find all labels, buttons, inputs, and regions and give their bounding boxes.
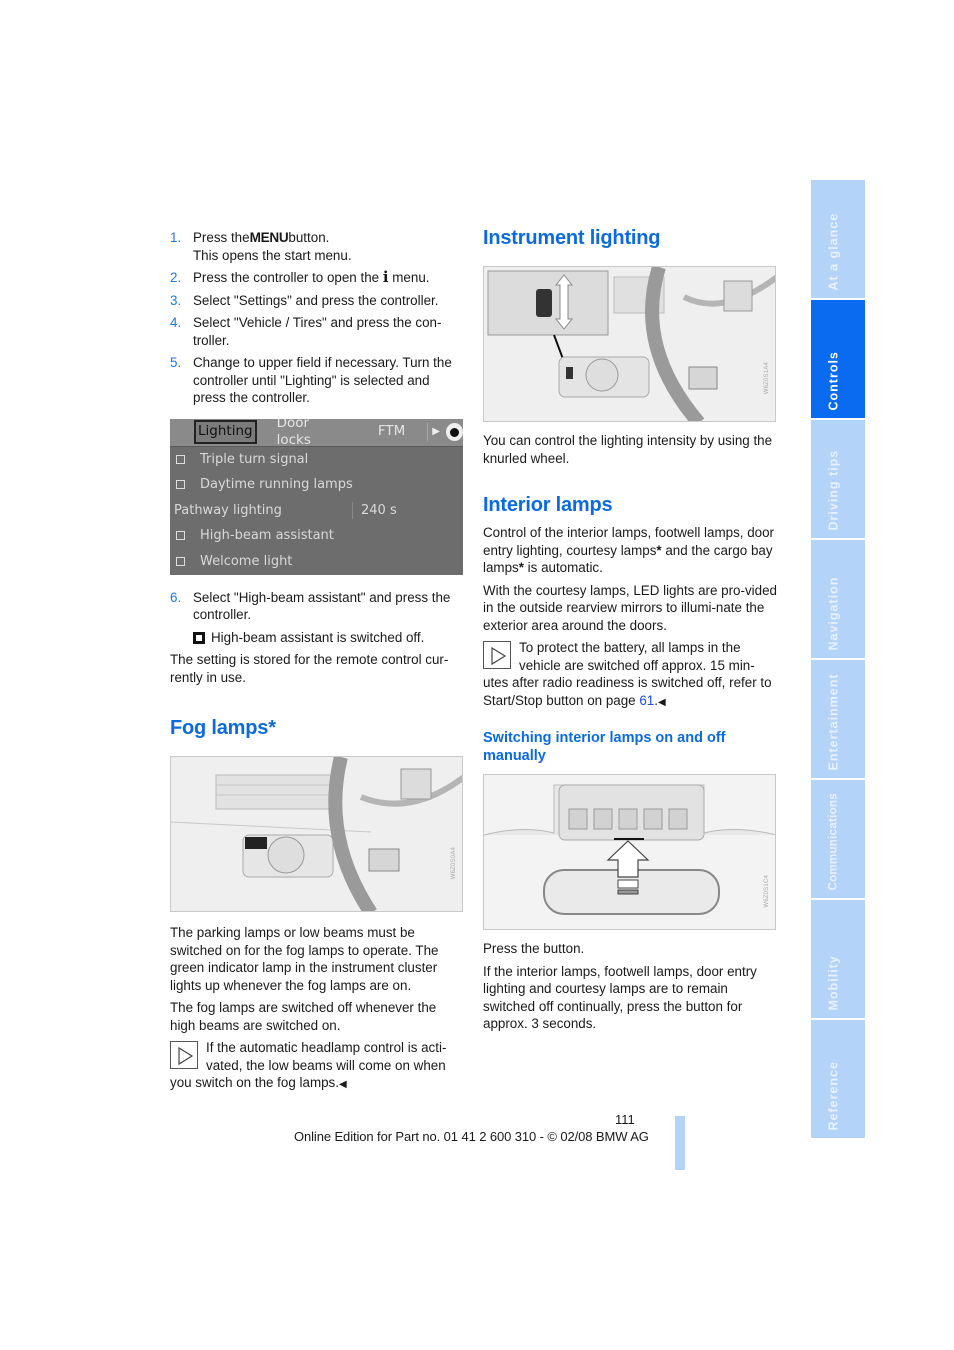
figure-code: W6Z0S0A4 <box>450 847 457 880</box>
fog-para-2: The fog lamps are switched off whenever … <box>170 1000 437 1033</box>
step-number: 1. <box>170 230 182 245</box>
screen-row: Welcome light <box>170 549 463 575</box>
step-number: 5. <box>170 355 182 370</box>
screen-tab-ftm: FTM <box>377 423 406 440</box>
screen-tab-door-locks: Door locks <box>276 418 311 449</box>
step-5: 5. Change to upper field if necessary. T… <box>170 355 452 405</box>
fog-lamps-figure: W6Z0S0A4 <box>170 756 463 912</box>
interior-para-3: If the interior lamps, footwell lamps, d… <box>483 963 757 1032</box>
screen-row: High-beam assistant <box>170 523 463 549</box>
fog-lamps-heading: Fog lamps* <box>170 717 276 739</box>
page-link-61[interactable]: 61 <box>639 693 654 708</box>
checkbox-icon <box>176 480 185 490</box>
sidebar-tab-entertainment[interactable]: Entertainment <box>811 660 865 778</box>
interior-lamps-heading: Interior lamps <box>483 494 613 516</box>
note-triangle-icon <box>483 641 511 669</box>
instrument-lighting-heading: Instrument lighting <box>483 227 661 249</box>
step-number: 6. <box>170 589 182 605</box>
figure-code: W6Z0S1A4 <box>763 362 770 395</box>
fog-para-1: The parking lamps or low beams must be s… <box>170 925 439 993</box>
page-number: 111 <box>615 1112 635 1127</box>
step-6-status: High-beam assistant is switched off. <box>170 629 465 647</box>
info-icon: i <box>382 268 389 286</box>
stored-note: The setting is stored for the remote con… <box>170 652 449 685</box>
step-number: 4. <box>170 315 182 330</box>
interior-para-1: Control of the interior lamps, footwell … <box>483 525 775 575</box>
knurled-wheel-illustration <box>484 267 775 421</box>
sidebar-tab-reference[interactable]: Reference <box>811 1020 865 1138</box>
unchecked-square-icon <box>193 631 205 644</box>
chapter-sidebar: At a glance Controls Driving tips Naviga… <box>811 180 865 1140</box>
edition-line: Online Edition for Part no. 01 41 2 600 … <box>294 1129 649 1144</box>
switching-subheading: Switching interior lamps on and off manu… <box>483 730 726 764</box>
screen-row: Pathway lighting 240 s <box>174 501 397 519</box>
step-1: 1. Press theMENUbutton. This opens the s… <box>170 230 352 263</box>
step-number: 3. <box>170 292 182 308</box>
sidebar-tab-driving-tips[interactable]: Driving tips <box>811 420 865 538</box>
checkbox-icon <box>176 454 185 464</box>
screen-arrow-right-icon: ▶ <box>427 423 440 441</box>
right-column: Instrument lighting W6Z0S1A4 You can con… <box>483 226 778 1038</box>
left-column: 1. Press theMENUbutton. This opens the s… <box>170 229 465 1094</box>
note-triangle-icon <box>170 1041 198 1069</box>
pathway-value: 240 s <box>352 501 397 519</box>
step-2: 2. Press the controller to open the i me… <box>170 268 430 286</box>
step-4: 4. Select "Vehicle / Tires" and press th… <box>170 315 442 348</box>
sidebar-tab-controls[interactable]: Controls <box>811 300 865 418</box>
checkbox-icon <box>176 531 185 541</box>
sidebar-tab-mobility[interactable]: Mobility <box>811 900 865 1018</box>
checkbox-icon <box>176 556 185 566</box>
menu-button-label: MENU <box>249 230 289 245</box>
instrument-text: You can control the lighting intensity b… <box>483 433 773 466</box>
screen-row: Triple turn signal <box>170 447 463 473</box>
sidebar-tab-navigation[interactable]: Navigation <box>811 540 865 658</box>
end-mark-icon: ◀ <box>338 1079 347 1090</box>
screen-tabs: Lighting Door locks FTM ▶ <box>170 418 463 449</box>
end-mark-icon: ◀ <box>657 696 666 708</box>
footer-accent-bar <box>675 1116 685 1170</box>
idrive-lighting-screen: Lighting Door locks FTM ▶ Triple turn si… <box>170 418 463 575</box>
step-3: 3. Select "Settings" and press the contr… <box>170 292 439 308</box>
interior-para-2: With the courtesy lamps, LED lights are … <box>483 582 777 633</box>
battery-note: To protect the battery, all lamps in the… <box>483 640 772 708</box>
controller-knob-icon <box>445 423 463 441</box>
roof-console-illustration <box>484 775 775 929</box>
sidebar-tab-communications[interactable]: Communications <box>811 780 865 898</box>
screen-tab-lighting: Lighting <box>194 420 257 444</box>
step-6: 6. Select "High-beam assistant" and pres… <box>170 589 451 623</box>
interior-lamps-figure: W6Z0S1C4 <box>483 774 776 930</box>
step-number: 2. <box>170 270 182 285</box>
fog-note: If the automatic headlamp control is act… <box>170 1040 447 1090</box>
sidebar-tab-at-a-glance[interactable]: At a glance <box>811 180 865 298</box>
press-button-text: Press the button. <box>483 941 585 956</box>
screen-row: Daytime running lamps <box>170 472 463 498</box>
instrument-lighting-figure: W6Z0S1A4 <box>483 266 776 422</box>
dashboard-illustration <box>171 757 462 911</box>
figure-code: W6Z0S1C4 <box>763 875 770 908</box>
